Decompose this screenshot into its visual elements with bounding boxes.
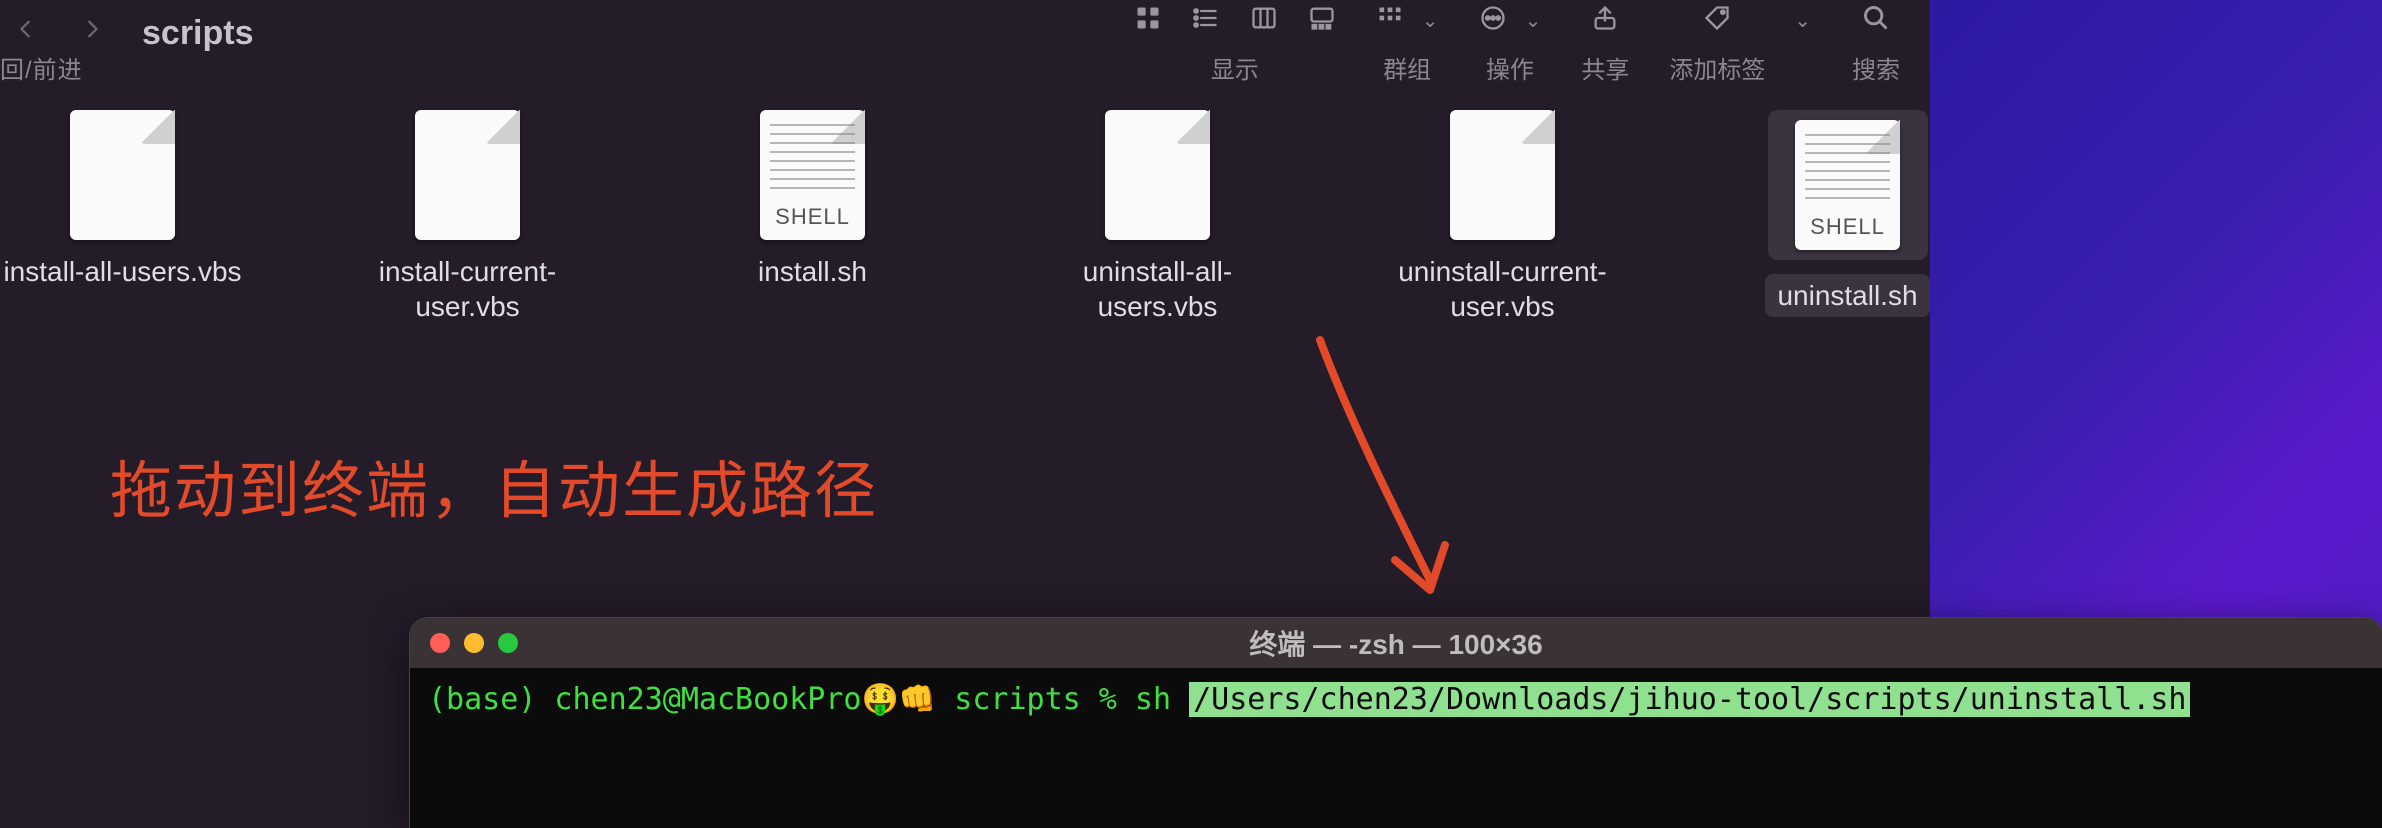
terminal-prompt-emoji: 🤑👊	[861, 682, 936, 717]
file-item[interactable]: uninstall-all-users.vbs	[1035, 110, 1280, 324]
group-icon[interactable]	[1376, 4, 1404, 37]
view-icon-grid-icon[interactable]	[1134, 4, 1162, 37]
shell-badge: SHELL	[760, 204, 865, 230]
file-item[interactable]: install-all-users.vbs	[0, 110, 245, 324]
shell-badge: SHELL	[1795, 214, 1900, 240]
file-item[interactable]: uninstall-current-user.vbs	[1380, 110, 1625, 324]
terminal-prompt-prefix: (base) chen23@MacBookPro	[428, 682, 861, 717]
file-icon	[70, 110, 175, 240]
file-item[interactable]: SHELL install.sh	[690, 110, 935, 324]
file-icon	[1105, 110, 1210, 240]
share-caption: 共享	[1581, 50, 1629, 85]
share-icon[interactable]	[1591, 4, 1619, 37]
annotation-text: 拖动到终端，自动生成路径	[110, 440, 878, 530]
finder-title: scripts	[142, 14, 254, 53]
terminal-command: sh	[1135, 682, 1171, 717]
file-item[interactable]: install-current-user.vbs	[345, 110, 590, 324]
file-icon: SHELL	[760, 110, 865, 240]
group-caption: 群组	[1383, 50, 1431, 85]
spacer-caption	[1805, 50, 1812, 78]
search-icon[interactable]	[1862, 4, 1890, 37]
file-grid: install-all-users.vbs install-current-us…	[0, 110, 1970, 324]
terminal-title: 终端 — -zsh — 100×36	[410, 623, 2382, 663]
tags-caption: 添加标签	[1669, 50, 1765, 85]
annotation-arrow-icon	[1280, 330, 1480, 630]
file-label: uninstall-all-users.vbs	[1035, 254, 1280, 324]
file-label: install.sh	[758, 254, 867, 289]
view-icon-columns-icon[interactable]	[1250, 4, 1278, 37]
terminal-titlebar[interactable]: 终端 — -zsh — 100×36	[410, 618, 2382, 668]
terminal-prompt-dir: scripts	[954, 682, 1080, 717]
file-icon	[1450, 110, 1555, 240]
action-caption: 操作	[1486, 50, 1534, 85]
view-icon-gallery-icon[interactable]	[1308, 4, 1336, 37]
nav-caption: 回/前进	[0, 50, 83, 85]
chevron-down-icon[interactable]: ⌄	[1525, 8, 1542, 33]
file-icon: SHELL	[1795, 120, 1900, 250]
file-icon	[415, 110, 520, 240]
finder-toolbar: scripts 回/前进 显示 ⌄ 群组	[0, 0, 1930, 88]
terminal-window[interactable]: 终端 — -zsh — 100×36 (base) chen23@MacBook…	[410, 618, 2382, 828]
nav-forward-button[interactable]	[66, 9, 118, 49]
nav-back-button[interactable]	[0, 9, 52, 49]
chevron-down-icon[interactable]: ⌄	[1794, 8, 1811, 33]
action-icon[interactable]	[1479, 4, 1507, 37]
chevron-down-icon[interactable]: ⌄	[1422, 8, 1439, 33]
terminal-prompt-symbol: %	[1099, 682, 1117, 717]
terminal-path-highlight: /Users/chen23/Downloads/jihuo-tool/scrip…	[1189, 682, 2190, 717]
file-item-selected[interactable]: SHELL uninstall.sh	[1725, 110, 1970, 324]
file-label: uninstall-current-user.vbs	[1380, 254, 1625, 324]
view-caption: 显示	[1211, 50, 1259, 85]
file-label: install-all-users.vbs	[3, 254, 241, 289]
terminal-body[interactable]: (base) chen23@MacBookPro🤑👊 scripts % sh …	[410, 668, 2382, 731]
search-caption: 搜索	[1852, 50, 1900, 85]
file-label: uninstall.sh	[1765, 274, 1929, 317]
file-label: install-current-user.vbs	[345, 254, 590, 324]
tags-icon[interactable]	[1703, 4, 1731, 37]
view-icon-list-icon[interactable]	[1192, 4, 1220, 37]
